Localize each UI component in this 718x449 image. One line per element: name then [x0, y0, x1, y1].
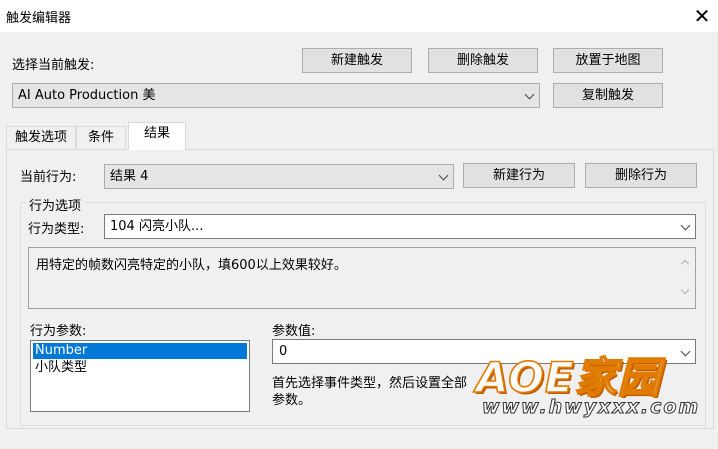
- delete-trigger-button[interactable]: 删除触发: [428, 48, 538, 73]
- description-scrollbar[interactable]: [677, 249, 694, 307]
- trigger-select[interactable]: AI Auto Production 美: [12, 83, 540, 108]
- action-type-value: 104 闪亮小队...: [110, 219, 204, 234]
- tab-trigger-options[interactable]: 触发选项: [6, 126, 76, 148]
- watermark-url: www.hwyxxx.com: [481, 396, 701, 419]
- place-on-map-button[interactable]: 放置于地图: [553, 48, 663, 73]
- tab-results[interactable]: 结果: [128, 122, 186, 150]
- action-type-select[interactable]: 104 闪亮小队...: [104, 214, 696, 239]
- title-bar: [0, 0, 718, 32]
- param-value-label: 参数值:: [272, 324, 316, 339]
- action-type-label: 行为类型:: [28, 222, 85, 237]
- param-item-team-type[interactable]: 小队类型: [33, 360, 247, 376]
- chevron-down-icon: [438, 170, 449, 181]
- chevron-down-icon: [524, 89, 535, 100]
- tab-conditions[interactable]: 条件: [76, 126, 126, 148]
- copy-trigger-button[interactable]: 复制触发: [553, 83, 663, 108]
- close-icon[interactable]: ✕: [688, 2, 716, 30]
- param-value-text: 0: [279, 344, 288, 359]
- window-title: 触发编辑器: [6, 11, 72, 26]
- select-trigger-label: 选择当前触发:: [12, 58, 95, 73]
- current-action-select[interactable]: 结果 4: [104, 164, 454, 189]
- action-params-list[interactable]: Number 小队类型: [30, 340, 250, 412]
- bottom-strip: [0, 432, 718, 449]
- scroll-up-icon[interactable]: [680, 259, 690, 269]
- action-description-box: 用特定的帧数闪亮特定的小队，填600以上效果较好。: [28, 247, 696, 309]
- action-description-text: 用特定的帧数闪亮特定的小队，填600以上效果较好。: [36, 258, 347, 273]
- new-trigger-button[interactable]: 新建触发: [302, 48, 412, 73]
- trigger-select-value: AI Auto Production 美: [18, 88, 156, 103]
- current-action-value: 结果 4: [110, 169, 149, 184]
- delete-action-button[interactable]: 删除行为: [585, 163, 697, 188]
- new-action-button[interactable]: 新建行为: [463, 163, 575, 188]
- chevron-down-icon: [680, 220, 691, 231]
- action-params-label: 行为参数:: [30, 324, 87, 339]
- watermark-logo: AOE家园 www.hwyxxx.com: [474, 344, 714, 424]
- action-options-title: 行为选项: [26, 195, 85, 214]
- scroll-down-icon[interactable]: [680, 285, 690, 295]
- current-action-label: 当前行为:: [20, 170, 77, 185]
- param-item-number[interactable]: Number: [33, 343, 247, 359]
